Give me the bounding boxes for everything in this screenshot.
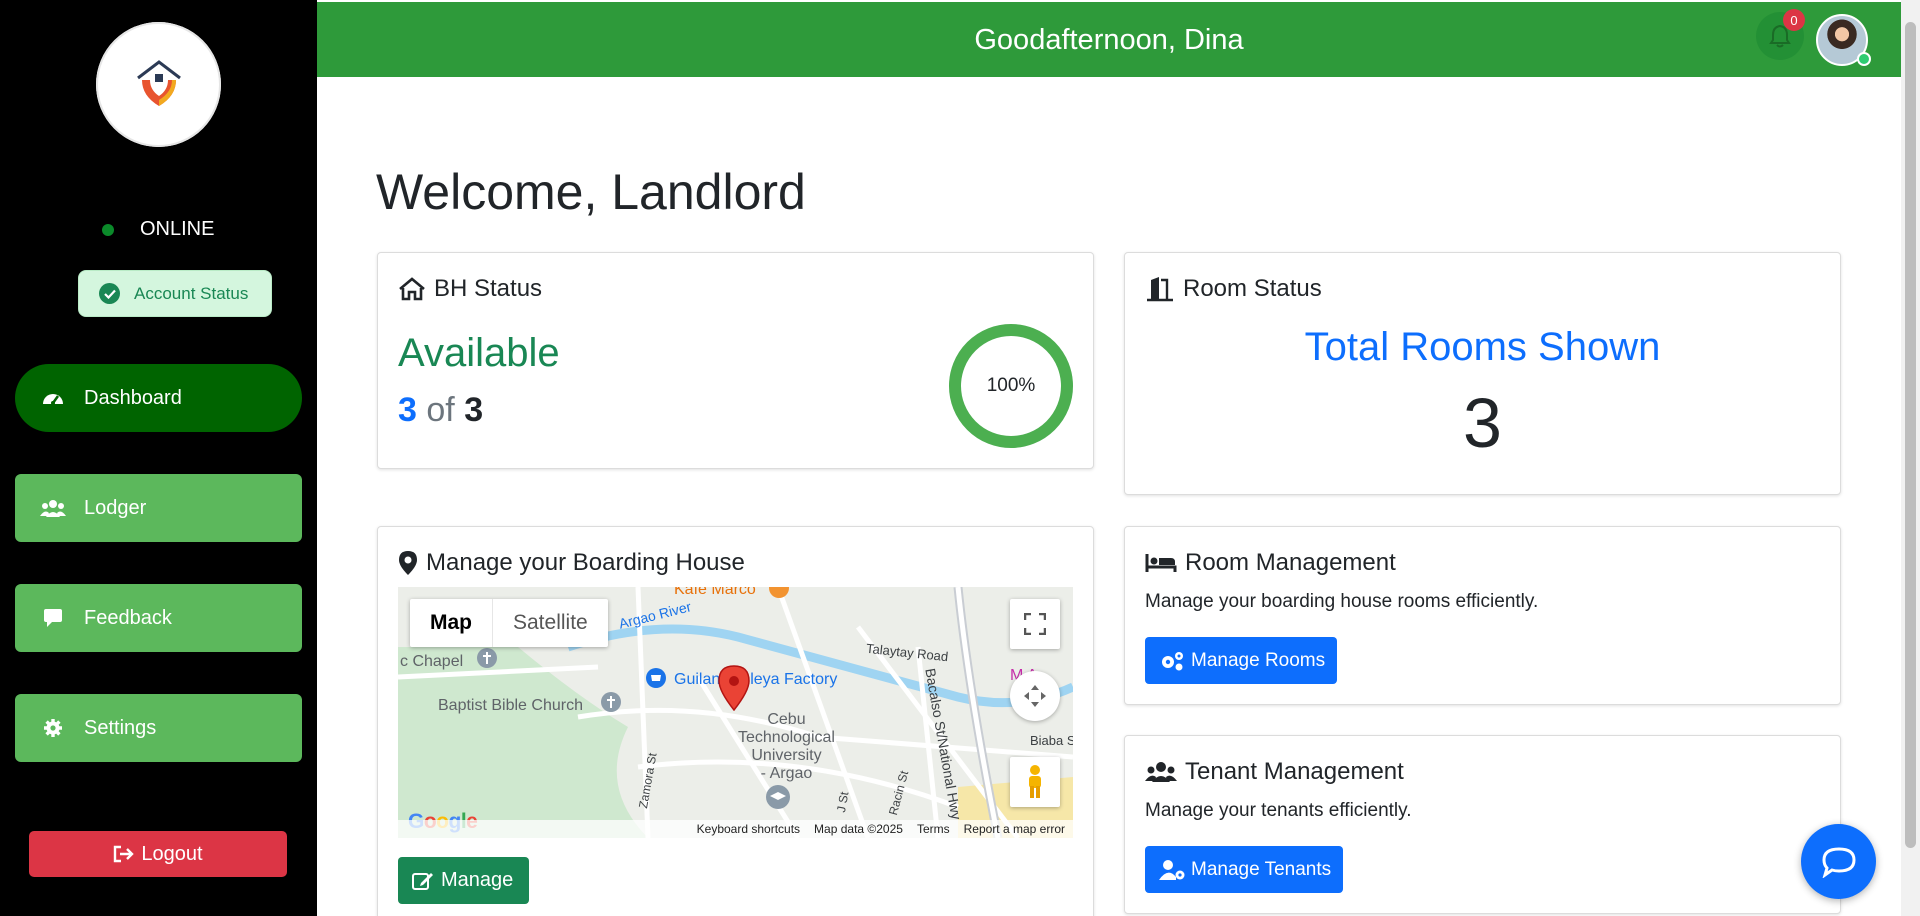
map-keyboard-shortcuts-link[interactable]: Keyboard shortcuts: [697, 822, 800, 836]
room-management-title: Room Management: [1145, 549, 1396, 577]
map-label-church: Baptist Bible Church: [438, 697, 583, 714]
tenant-management-title: Tenant Management: [1145, 758, 1404, 786]
fullscreen-icon: [1024, 613, 1046, 635]
pan-arrows-icon: [1024, 685, 1046, 707]
online-dot-icon: [102, 223, 114, 236]
manage-rooms-button[interactable]: Manage Rooms: [1145, 637, 1338, 684]
account-status-button[interactable]: Account Status: [78, 270, 272, 317]
shopping-pin-icon: [646, 668, 666, 688]
sign-out-icon: [114, 845, 135, 863]
tenant-management-desc: Manage your tenants efficiently.: [1145, 800, 1412, 821]
church-pin-icon: [601, 692, 621, 712]
sidebar-item-label: Dashboard: [84, 386, 182, 409]
sidebar-item-dashboard[interactable]: Dashboard: [15, 364, 302, 432]
account-status-label: Account Status: [134, 283, 249, 303]
users-icon: [1145, 762, 1177, 782]
sidebar-item-label: Settings: [84, 716, 157, 739]
map-report-error-link[interactable]: Report a map error: [964, 822, 1065, 836]
map-label-factory: Guilan Tableya Factory: [674, 671, 838, 688]
manage-tenants-button[interactable]: Manage Tenants: [1145, 846, 1344, 893]
tachometer-icon: [40, 387, 66, 409]
food-pin-icon: [769, 587, 789, 598]
comment-icon: [40, 607, 66, 629]
map-label-university: Cebu Technological University - Argao: [738, 711, 835, 782]
pegman-icon: [1029, 765, 1041, 798]
gear-icon: [40, 717, 66, 739]
manage-boarding-house-button[interactable]: Manage: [398, 857, 530, 904]
bh-status-title-text: BH Status: [434, 275, 543, 302]
location-map[interactable]: Kafe Marco Argao River Talaytay Road Bac…: [398, 587, 1073, 838]
app-logo: [96, 22, 221, 147]
map-terms-link[interactable]: Terms: [917, 822, 950, 836]
sidebar-item-label: Feedback: [84, 606, 172, 629]
edit-icon: [412, 872, 433, 890]
rooms-shown-count: 3: [1463, 384, 1502, 462]
page-title: Welcome, Landlord: [376, 164, 806, 220]
map-type-toggle: Map Satellite: [410, 599, 608, 647]
map-marker-icon: [399, 551, 417, 575]
sidebar-item-lodger[interactable]: Lodger: [15, 474, 302, 542]
page-scrollbar-thumb[interactable]: [1905, 22, 1916, 848]
logout-label: Logout: [141, 842, 203, 865]
room-status-card: Room Status Total Rooms Shown 3: [1124, 252, 1841, 495]
manage-tenants-label: Manage Tenants: [1191, 858, 1332, 880]
availability-percent: 100%: [986, 375, 1036, 396]
sidebar-item-label: Lodger: [84, 496, 147, 519]
bh-status-title: BH Status: [398, 275, 542, 303]
house-heart-logo-icon: [137, 60, 181, 106]
street-view-pegman[interactable]: [1010, 757, 1060, 807]
map-attribution: Keyboard shortcuts Map data ©2025 Terms …: [398, 820, 1073, 838]
sidebar-item-feedback[interactable]: Feedback: [15, 584, 302, 652]
bh-status-card: BH Status Available 3 of 3 100%: [377, 252, 1094, 469]
chat-bubble-icon: [1821, 846, 1856, 878]
rooms-shown-label: Total Rooms Shown: [1304, 325, 1661, 369]
location-pin-icon: [718, 665, 750, 711]
user-cog-icon: [1159, 859, 1185, 880]
fullscreen-button[interactable]: [1010, 599, 1060, 649]
of-word: of: [426, 391, 455, 429]
greeting-text: Goodafternoon, Dina: [974, 24, 1244, 56]
boarding-house-title: Manage your Boarding House: [398, 549, 745, 577]
manage-rooms-label: Manage Rooms: [1191, 649, 1326, 671]
manage-label: Manage: [441, 869, 514, 891]
chat-button[interactable]: [1801, 824, 1876, 899]
room-management-desc: Manage your boarding house rooms efficie…: [1145, 591, 1539, 612]
bh-availability-count: 3 of 3: [398, 391, 483, 430]
church-pin-icon: [477, 648, 497, 668]
map-label-chapel: c Chapel: [400, 653, 464, 670]
room-status-title-text: Room Status: [1183, 275, 1322, 302]
map-tab-satellite[interactable]: Satellite: [493, 599, 608, 647]
map-label-kafe: Kafe Marco: [674, 587, 756, 598]
room-management-card: Room Management Manage your boarding hou…: [1124, 526, 1841, 705]
bed-icon: [1145, 554, 1177, 572]
sidebar: ONLINE Account Status Dashboard Lodger F…: [0, 0, 317, 916]
top-header: Goodafternoon, Dina 0: [317, 2, 1901, 77]
avatar-online-dot-icon: [1857, 52, 1871, 66]
bh-availability-state: Available: [398, 331, 560, 375]
available-count: 3: [398, 391, 417, 429]
map-tab-map[interactable]: Map: [410, 599, 493, 647]
room-management-title-text: Room Management: [1185, 549, 1396, 576]
notification-count-badge: 0: [1783, 9, 1805, 31]
boarding-house-card: Manage your Boarding House Kafe Marco Ar…: [377, 526, 1094, 916]
map-pan-control[interactable]: [1010, 671, 1060, 721]
room-status-title: Room Status: [1145, 275, 1322, 303]
online-indicator: ONLINE: [102, 218, 214, 241]
online-status-text: ONLINE: [140, 218, 215, 240]
cogs-icon: [1162, 651, 1183, 670]
school-pin-icon: [766, 785, 790, 809]
sidebar-item-settings[interactable]: Settings: [15, 694, 302, 762]
tenant-management-card: Tenant Management Manage your tenants ef…: [1124, 735, 1841, 914]
door-open-icon: [1147, 277, 1173, 302]
users-icon: [40, 497, 66, 519]
boarding-house-title-text: Manage your Boarding House: [426, 549, 745, 576]
check-circle-icon: [99, 283, 120, 304]
total-count: 3: [464, 391, 484, 429]
map-data-credit: Map data ©2025: [814, 822, 903, 836]
map-label-biaba: Biaba S: [1030, 733, 1073, 748]
home-icon: [399, 277, 425, 301]
tenant-management-title-text: Tenant Management: [1185, 758, 1404, 785]
logout-button[interactable]: Logout: [29, 831, 287, 877]
